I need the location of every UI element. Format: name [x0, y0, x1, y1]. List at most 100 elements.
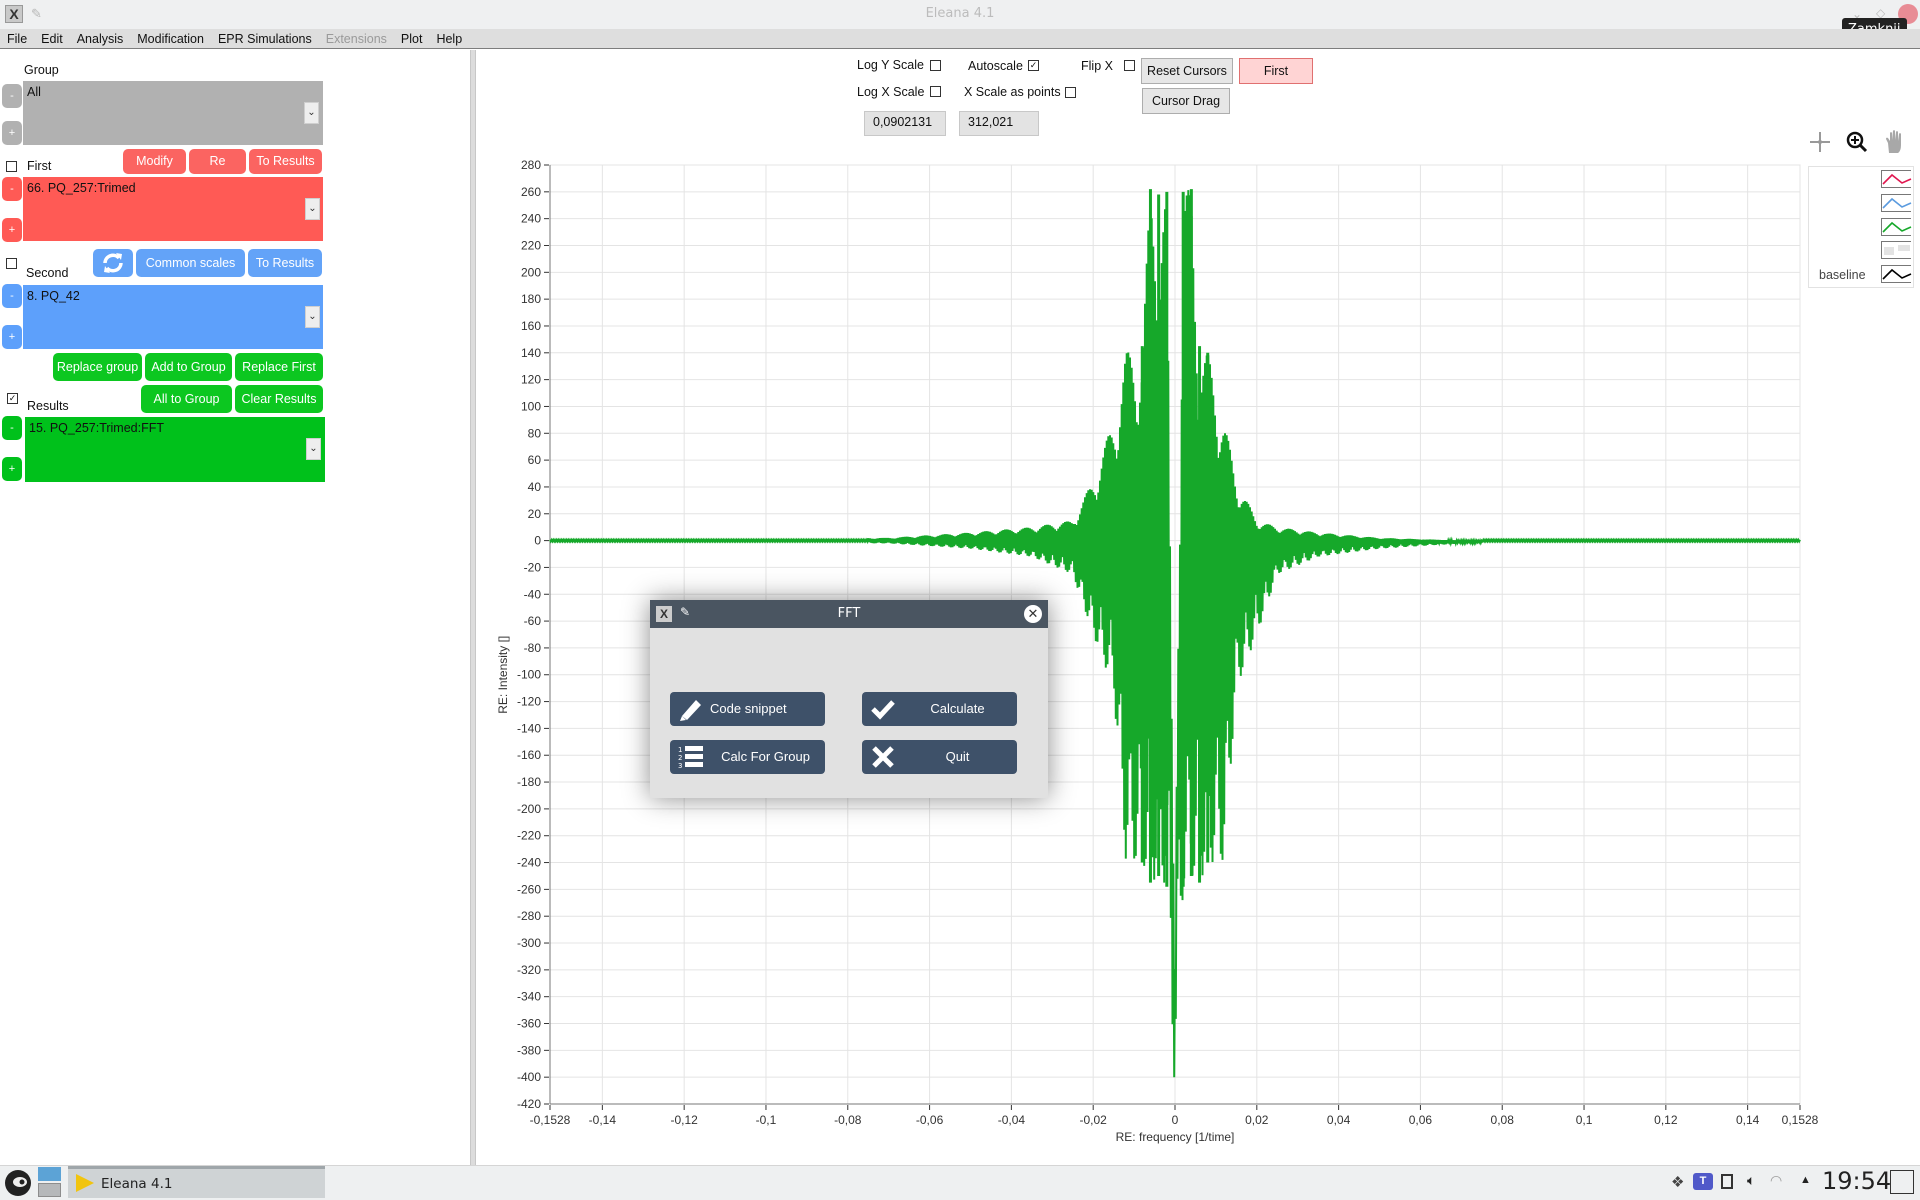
first-minus-button[interactable]: - [2, 177, 22, 201]
y-tick-label: -360 [517, 1017, 541, 1031]
svg-text:3: 3 [678, 762, 682, 770]
first-select-value: 66. PQ_257:Trimed [27, 181, 136, 195]
autoscale-checkbox[interactable]: ✓ [1028, 60, 1039, 71]
menu-file[interactable]: File [7, 32, 27, 46]
x-tick-label: -0,12 [670, 1113, 698, 1127]
volume-icon[interactable]: 🔈︎ [1747, 1172, 1755, 1189]
app-logo-icon[interactable]: X [5, 5, 23, 23]
group-plus-button[interactable]: + [2, 121, 22, 145]
teams-icon[interactable]: T [1693, 1173, 1713, 1190]
results-select[interactable]: 15. PQ_257:Trimed:FFT [25, 417, 325, 482]
group-minus-button[interactable]: - [2, 84, 22, 108]
tray-expand-icon[interactable]: ▲ [1800, 1174, 1811, 1186]
y-tick-label: 200 [521, 265, 541, 279]
y-tick-label: -420 [517, 1097, 541, 1111]
results-checkbox[interactable]: ✓ [7, 393, 18, 404]
group-label: Group [24, 63, 59, 77]
results-plus-button[interactable]: + [2, 457, 22, 481]
modify-button[interactable]: Modify [123, 149, 186, 174]
desktop-1-icon[interactable] [38, 1167, 61, 1181]
flip-x-checkbox[interactable] [1124, 60, 1135, 71]
group-select[interactable]: All [23, 81, 323, 145]
y-tick-label: -220 [517, 829, 541, 843]
menu-analysis[interactable]: Analysis [77, 32, 124, 46]
reset-cursors-button[interactable]: Reset Cursors [1141, 58, 1233, 84]
y-tick-label: -140 [517, 721, 541, 735]
replace-group-button[interactable]: Replace group [53, 353, 142, 381]
svg-text:1: 1 [678, 746, 682, 754]
code-snippet-button[interactable]: Code snippet [670, 692, 825, 726]
desktop-2-icon[interactable] [38, 1183, 61, 1197]
all-to-group-button[interactable]: All to Group [141, 385, 232, 413]
log-y-checkbox[interactable] [930, 60, 941, 71]
x-tick-label: 0,02 [1245, 1113, 1269, 1127]
second-dropdown-arrow[interactable]: ⌄ [305, 306, 320, 328]
dialog-titlebar[interactable]: FFT [650, 600, 1048, 628]
add-to-group-button[interactable]: Add to Group [145, 353, 232, 381]
y-tick-label: -340 [517, 990, 541, 1004]
y-tick-label: 0 [534, 534, 541, 548]
wifi-icon[interactable]: ◠ [1770, 1172, 1782, 1189]
group-dropdown-arrow[interactable]: ⌄ [304, 102, 319, 124]
y-tick-label: 220 [521, 238, 541, 252]
second-checkbox[interactable] [6, 258, 17, 269]
log-x-label: Log X Scale [857, 85, 925, 99]
legend-sample-gray[interactable] [1881, 241, 1911, 259]
y-tick-label: 280 [521, 158, 541, 172]
y-tick-label: 140 [521, 346, 541, 360]
replace-first-button[interactable]: Replace First [235, 353, 323, 381]
clipboard-icon[interactable] [1721, 1174, 1733, 1189]
legend-sample-baseline[interactable] [1881, 265, 1912, 283]
dialog-pin-icon[interactable]: ✎ [680, 605, 690, 619]
log-x-checkbox[interactable] [930, 86, 941, 97]
pin-icon[interactable]: ✎ [31, 6, 42, 22]
menu-edit[interactable]: Edit [41, 32, 63, 46]
calc-for-group-button[interactable]: 1 2 3 Calc For Group [670, 740, 825, 774]
menu-help[interactable]: Help [436, 32, 462, 46]
x-scale-points-checkbox[interactable] [1065, 87, 1076, 98]
first-dropdown-arrow[interactable]: ⌄ [305, 198, 320, 220]
first-select[interactable]: 66. PQ_257:Trimed [23, 177, 323, 241]
second-plus-button[interactable]: + [2, 325, 22, 349]
quit-button[interactable]: Quit [862, 740, 1017, 774]
first-to-results-button[interactable]: To Results [249, 149, 322, 174]
dropbox-icon[interactable]: ❖ [1671, 1173, 1684, 1191]
y-tick-label: -300 [517, 936, 541, 950]
show-desktop-button[interactable] [1890, 1170, 1914, 1194]
calculate-button[interactable]: Calculate [862, 692, 1017, 726]
clear-results-button[interactable]: Clear Results [235, 385, 323, 413]
legend-sample-green[interactable] [1881, 218, 1912, 236]
clock[interactable]: 19:54 [1822, 1167, 1891, 1195]
start-menu-icon[interactable] [3, 1168, 33, 1198]
y-tick-label: -280 [517, 909, 541, 923]
swap-button[interactable] [93, 249, 133, 277]
first-checkbox[interactable] [6, 161, 17, 172]
results-dropdown-arrow[interactable]: ⌄ [306, 438, 321, 460]
second-minus-button[interactable]: - [2, 284, 22, 308]
common-scales-button[interactable]: Common scales [136, 249, 245, 277]
re-button[interactable]: Re [189, 149, 246, 174]
numbered-list-icon: 1 2 3 [678, 746, 703, 770]
window-titlebar: Eleana 4.1 [0, 0, 1920, 29]
results-minus-button[interactable]: - [2, 416, 22, 440]
legend-sample-red[interactable] [1881, 170, 1912, 188]
y-tick-label: -240 [517, 856, 541, 870]
second-to-results-button[interactable]: To Results [248, 249, 322, 277]
y-tick-label: -320 [517, 963, 541, 977]
menu-plot[interactable]: Plot [401, 32, 423, 46]
second-select[interactable]: 8. PQ_42 [23, 285, 323, 349]
cursor-target-button[interactable]: First [1239, 58, 1313, 84]
log-y-label: Log Y Scale [857, 58, 924, 72]
cursor-drag-button[interactable]: Cursor Drag [1142, 88, 1230, 114]
y-tick-label: -80 [524, 641, 542, 655]
menu-epr-simulations[interactable]: EPR Simulations [218, 32, 312, 46]
taskbar-app-eleana[interactable]: Eleana 4.1 [68, 1166, 325, 1198]
y-tick-label: -200 [517, 802, 541, 816]
menu-extensions[interactable]: Extensions [326, 32, 387, 46]
y-tick-label: 80 [528, 426, 542, 440]
checkmark-icon [871, 700, 895, 720]
first-plus-button[interactable]: + [2, 218, 22, 242]
dialog-close-button[interactable]: ✕ [1024, 605, 1042, 623]
legend-sample-blue[interactable] [1881, 194, 1912, 212]
menu-modification[interactable]: Modification [137, 32, 204, 46]
